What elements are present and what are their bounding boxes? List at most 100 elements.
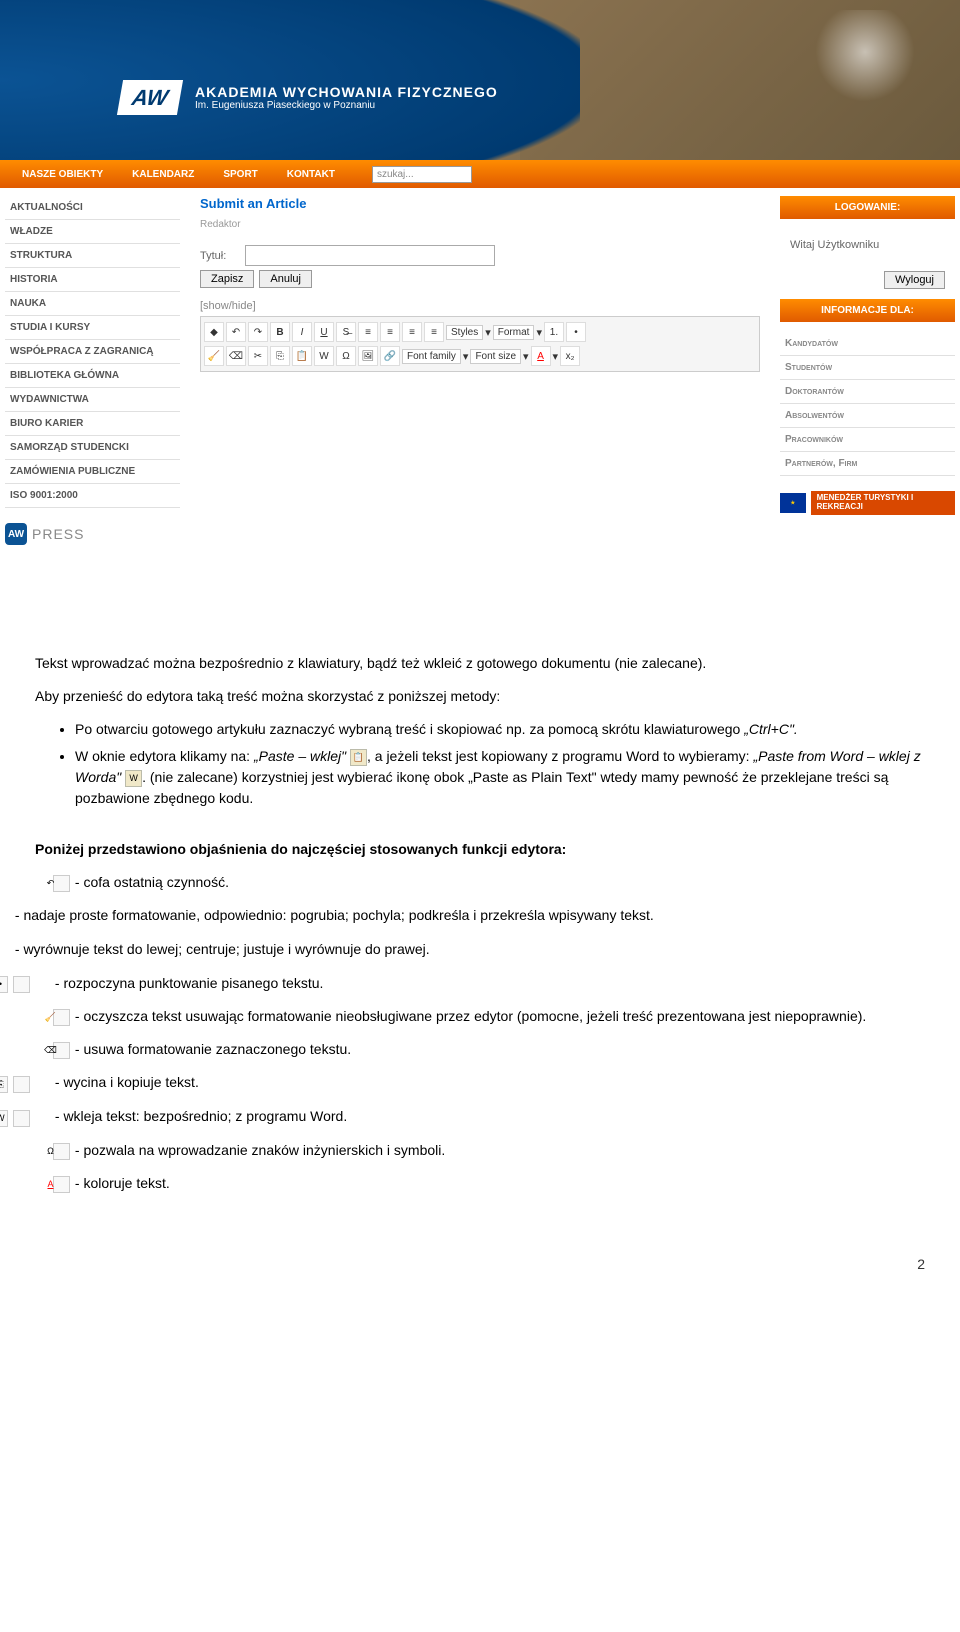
source-icon[interactable]: ◆ bbox=[204, 322, 224, 342]
info-item-doktorantow[interactable]: Doktorantów bbox=[780, 380, 955, 404]
sidebar-item-nauka[interactable]: Nauka bbox=[5, 292, 180, 316]
doc-f2: B I U S̶ - nadaje proste formatowanie, o… bbox=[35, 905, 925, 927]
doc-f4: 1. • - rozpoczyna punktowanie pisanego t… bbox=[35, 973, 925, 995]
paste-icon[interactable]: 📋 bbox=[292, 346, 312, 366]
content-area: Submit an Article Redaktor Tytuł: Zapisz… bbox=[185, 188, 775, 618]
sidebar-item-studia[interactable]: Studia i kursy bbox=[5, 316, 180, 340]
logo-title: AKADEMIA WYCHOWANIA FIZYCZNEGO bbox=[195, 84, 498, 100]
bold-icon[interactable]: B bbox=[270, 322, 290, 342]
sidebar-item-struktura[interactable]: Struktura bbox=[5, 244, 180, 268]
sidebar-item-samorzad[interactable]: Samorząd Studencki bbox=[5, 436, 180, 460]
search-input[interactable] bbox=[372, 166, 472, 183]
format-select[interactable]: Format bbox=[493, 325, 535, 340]
banner-player-silhouette bbox=[790, 10, 940, 150]
doc-li2: W oknie edytora klikamy na: „Paste – wkl… bbox=[75, 746, 925, 809]
doc-li1: Po otwarciu gotowego artykułu zaznaczyć … bbox=[75, 719, 925, 740]
doc-p2: Aby przenieść do edytora taką treść możn… bbox=[35, 686, 925, 707]
cleanup-icon[interactable]: 🧹 bbox=[204, 346, 224, 366]
cancel-button[interactable]: Anuluj bbox=[259, 270, 312, 288]
eu-badge[interactable]: MENEDŻER TURYSTYKI I REKREACJI bbox=[780, 491, 955, 515]
redaktor-label: Redaktor bbox=[200, 219, 760, 230]
styles-select[interactable]: Styles bbox=[446, 325, 483, 340]
undo-doc-icon: ↶ bbox=[53, 875, 70, 892]
doc-f6: ⌫ - usuwa formatowanie zaznaczonego teks… bbox=[35, 1039, 925, 1060]
sidebar-item-historia[interactable]: Historia bbox=[5, 268, 180, 292]
info-header: INFORMACJE DLA: bbox=[780, 299, 955, 322]
sidebar-item-biblioteka[interactable]: Biblioteka Główna bbox=[5, 364, 180, 388]
strike-icon[interactable]: S̶ bbox=[336, 322, 356, 342]
ol-icon[interactable]: 1. bbox=[544, 322, 564, 342]
nav-item-kalendarz[interactable]: KALENDARZ bbox=[120, 169, 206, 180]
doc-p1: Tekst wprowadzać można bezpośrednio z kl… bbox=[35, 653, 925, 674]
symbol-icon[interactable]: Ω bbox=[336, 346, 356, 366]
logo-subtitle: Im. Eugeniusza Piaseckiego w Poznaniu bbox=[195, 100, 498, 111]
align-right-icon[interactable]: ≡ bbox=[402, 322, 422, 342]
title-label: Tytuł: bbox=[200, 250, 240, 262]
press-badge[interactable]: AW PRESS bbox=[5, 523, 180, 545]
header-banner: AW AKADEMIA WYCHOWANIA FIZYCZNEGO Im. Eu… bbox=[0, 0, 960, 160]
left-sidebar: Aktualności Władze Struktura Historia Na… bbox=[0, 188, 185, 618]
nav-item-obiekty[interactable]: NASZE OBIEKTY bbox=[10, 169, 115, 180]
eu-text: MENEDŻER TURYSTYKI I REKREACJI bbox=[811, 491, 955, 515]
main-nav: NASZE OBIEKTY KALENDARZ SPORT KONTAKT bbox=[0, 160, 960, 188]
logo-mark: AW bbox=[117, 80, 183, 115]
info-item-pracownikow[interactable]: Pracowników bbox=[780, 428, 955, 452]
logout-button[interactable]: Wyloguj bbox=[884, 271, 945, 289]
image-icon[interactable]: 🖼 bbox=[358, 346, 378, 366]
removefmt-doc-icon: ⌫ bbox=[53, 1042, 70, 1059]
doc-f7: ✂ ⎘ - wycina i kopiuje tekst. bbox=[35, 1072, 925, 1094]
copy-icon[interactable]: ⎘ bbox=[270, 346, 290, 366]
italic-icon[interactable]: I bbox=[292, 322, 312, 342]
sidebar-item-biuro[interactable]: Biuro Karier bbox=[5, 412, 180, 436]
removefmt-icon[interactable]: ⌫ bbox=[226, 346, 246, 366]
info-item-studentow[interactable]: Studentów bbox=[780, 356, 955, 380]
undo-icon[interactable]: ↶ bbox=[226, 322, 246, 342]
nav-item-sport[interactable]: SPORT bbox=[211, 169, 269, 180]
save-button[interactable]: Zapisz bbox=[200, 270, 254, 288]
paste-word-inline-icon: W bbox=[125, 770, 142, 787]
right-sidebar: LOGOWANIE: Witaj Użytkowniku Wyloguj INF… bbox=[775, 188, 960, 618]
submit-article-title: Submit an Article bbox=[200, 196, 760, 211]
showhide-toggle[interactable]: [show/hide] bbox=[200, 300, 760, 312]
sidebar-item-zamowienia[interactable]: Zamówienia publiczne bbox=[5, 460, 180, 484]
press-label: PRESS bbox=[32, 526, 84, 542]
sidebar-item-wydawnictwa[interactable]: Wydawnictwa bbox=[5, 388, 180, 412]
paste-inline-icon: 📋 bbox=[350, 749, 367, 766]
site-logo: AW AKADEMIA WYCHOWANIA FIZYCZNEGO Im. Eu… bbox=[120, 80, 498, 115]
ul-doc-icon: • bbox=[13, 976, 30, 993]
sidebar-item-aktualnosci[interactable]: Aktualności bbox=[5, 196, 180, 220]
textcolor-icon[interactable]: A bbox=[531, 346, 551, 366]
align-center-icon[interactable]: ≡ bbox=[380, 322, 400, 342]
banner-photo bbox=[520, 0, 960, 160]
underline-icon[interactable]: U bbox=[314, 322, 334, 342]
doc-f10: A - koloruje tekst. bbox=[35, 1173, 925, 1194]
ul-icon[interactable]: • bbox=[566, 322, 586, 342]
fontfamily-select[interactable]: Font family bbox=[402, 349, 461, 364]
doc-f9: Ω - pozwala na wprowadzanie znaków inżyn… bbox=[35, 1140, 925, 1161]
nav-item-kontakt[interactable]: KONTAKT bbox=[275, 169, 347, 180]
sidebar-item-wspolpraca[interactable]: Współpraca z zagranicą bbox=[5, 340, 180, 364]
doc-f3: ≡ ≡ ≡ ≡ - wyrównuje tekst do lewej; cent… bbox=[35, 939, 925, 961]
link-icon[interactable]: 🔗 bbox=[380, 346, 400, 366]
title-input[interactable] bbox=[245, 245, 495, 266]
doc-f8: 📋 W - wkleja tekst: bezpośrednio; z prog… bbox=[35, 1106, 925, 1128]
align-justify-icon[interactable]: ≡ bbox=[424, 322, 444, 342]
info-item-partnerow[interactable]: Partnerów, Firm bbox=[780, 452, 955, 476]
info-item-kandydatow[interactable]: Kandydatów bbox=[780, 332, 955, 356]
paste-word-icon[interactable]: W bbox=[314, 346, 334, 366]
redo-icon[interactable]: ↷ bbox=[248, 322, 268, 342]
align-left-icon[interactable]: ≡ bbox=[358, 322, 378, 342]
cut-icon[interactable]: ✂ bbox=[248, 346, 268, 366]
info-item-absolwentow[interactable]: Absolwentów bbox=[780, 404, 955, 428]
sub-icon[interactable]: x₂ bbox=[560, 346, 580, 366]
doc-f5: 🧹 - oczyszcza tekst usuwając formatowani… bbox=[35, 1006, 925, 1027]
sidebar-item-iso[interactable]: ISO 9001:2000 bbox=[5, 484, 180, 508]
copy-doc-icon: ⎘ bbox=[13, 1076, 30, 1093]
page-number: 2 bbox=[0, 1246, 960, 1282]
editor-toolbar: ◆ ↶ ↷ B I U S̶ ≡ ≡ ≡ ≡ Styles▾ Format▾ 1… bbox=[200, 316, 760, 372]
doc-f1: ↶ - cofa ostatnią czynność. bbox=[35, 872, 925, 893]
press-icon: AW bbox=[5, 523, 27, 545]
sidebar-item-wladze[interactable]: Władze bbox=[5, 220, 180, 244]
document-body: Tekst wprowadzać można bezpośrednio z kl… bbox=[0, 638, 960, 1246]
fontsize-select[interactable]: Font size bbox=[470, 349, 521, 364]
